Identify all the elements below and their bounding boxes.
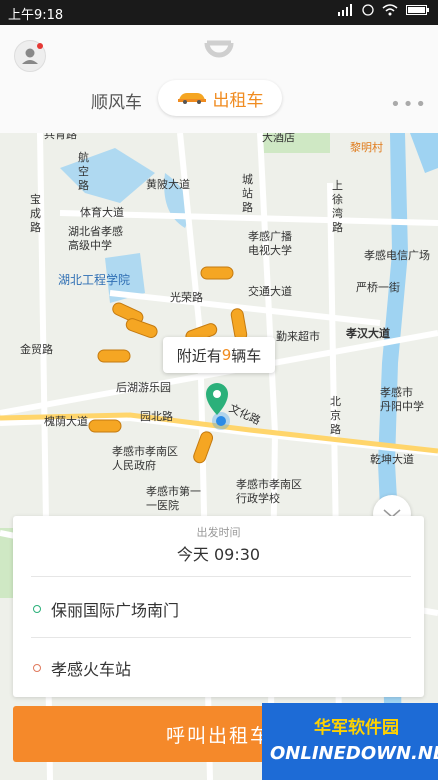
- map-label: 严桥一街: [356, 281, 400, 294]
- departure-time-selector[interactable]: 今天 09:30: [13, 541, 424, 565]
- map-label: 园北路: [140, 410, 173, 423]
- end-location-text: 孝感火车站: [51, 660, 132, 679]
- watermark-logo: 华军软件园 ONLINEDOWN.NET: [262, 703, 438, 780]
- status-icons: [338, 4, 430, 20]
- start-dot-icon: [33, 605, 41, 613]
- map-label: 孝感市 丹阳中学: [380, 386, 424, 413]
- nearby-suffix: 辆车: [231, 346, 262, 365]
- map-label: 孝感市孝南区 行政学校: [236, 478, 302, 505]
- location-pin-icon: [205, 383, 229, 419]
- wifi-icon: [382, 4, 398, 20]
- map-label: 湖北工程学院: [58, 273, 131, 287]
- map-label: 金贸路: [20, 343, 53, 356]
- map-label: 黎明村: [350, 141, 383, 154]
- taxi-car-icon: [200, 263, 234, 287]
- start-location-text: 保丽国际广场南门: [51, 601, 180, 620]
- map-label: 城 站 路: [242, 173, 253, 214]
- map-label: 勤来超市: [276, 330, 320, 343]
- map-label: 孝感市孝南区 人民政府: [112, 445, 178, 472]
- didi-logo: [203, 37, 235, 71]
- nearby-count: 9: [221, 346, 232, 364]
- divider: [31, 637, 411, 638]
- trip-card: 出发时间 今天 09:30 保丽国际广场南门 孝感火车站: [13, 516, 424, 697]
- start-location-field[interactable]: 保丽国际广场南门: [13, 580, 424, 638]
- taxi-icon: [177, 89, 207, 108]
- map-label: 孝感电信广场: [364, 249, 430, 262]
- nearby-taxi-count-bubble: 附近有 9 辆车: [163, 337, 275, 373]
- map-label: 宝 成 路: [30, 193, 41, 234]
- notification-dot: [37, 43, 43, 49]
- map-label: 上 徐 湾 路: [332, 179, 343, 234]
- map-label: 后湖游乐园: [116, 381, 171, 394]
- map-label: 孝感广播 电视大学: [248, 230, 292, 257]
- divider: [31, 576, 411, 577]
- map-label: 体育大道: [80, 206, 124, 219]
- map-label: 航 空 路: [78, 151, 89, 192]
- profile-avatar-button[interactable]: [14, 40, 46, 72]
- service-tabs: 顺风车 出租车 •••: [0, 80, 438, 120]
- more-dots-icon[interactable]: •••: [390, 94, 428, 115]
- taxi-car-icon: [97, 346, 131, 370]
- watermark-cn: 华军软件园: [314, 718, 399, 738]
- tab-shunfengche[interactable]: 顺风车: [91, 88, 142, 113]
- map-label: 北 京 路: [330, 395, 341, 436]
- nearby-prefix: 附近有: [176, 346, 222, 365]
- alarm-icon: [362, 4, 374, 20]
- end-location-field[interactable]: 孝感火车站: [13, 639, 424, 697]
- app-header: 顺风车 出租车 •••: [0, 25, 438, 133]
- map-label: 槐荫大道: [44, 415, 88, 428]
- map-label: 乾坤大道: [370, 453, 414, 466]
- map-label: 交通大道: [248, 285, 292, 298]
- watermark-en: ONLINEDOWN.NET: [270, 743, 438, 764]
- map-label: 孝感市第一 一医院: [146, 485, 201, 512]
- status-time: 上午9:18: [8, 8, 64, 23]
- map-label: 湖北省孝感 高级中学: [68, 225, 123, 252]
- status-bar: 上午9:18: [0, 0, 438, 25]
- map-label: 兵育路: [44, 133, 77, 141]
- end-dot-icon: [33, 664, 41, 672]
- map-label: 孝汉大道: [346, 327, 390, 340]
- signal-icon: [338, 4, 354, 20]
- map-label: 大酒店: [262, 133, 295, 144]
- tab-taxi-label: 出租车: [212, 90, 264, 111]
- taxi-car-icon: [88, 416, 122, 440]
- departure-label: 出发时间: [196, 526, 241, 539]
- battery-icon: [406, 4, 430, 20]
- map-label: 光荣路: [170, 291, 203, 304]
- call-taxi-label: 呼叫出租车: [165, 724, 271, 747]
- tab-taxi[interactable]: 出租车: [158, 80, 282, 116]
- map-label: 黄陂大道: [146, 178, 190, 191]
